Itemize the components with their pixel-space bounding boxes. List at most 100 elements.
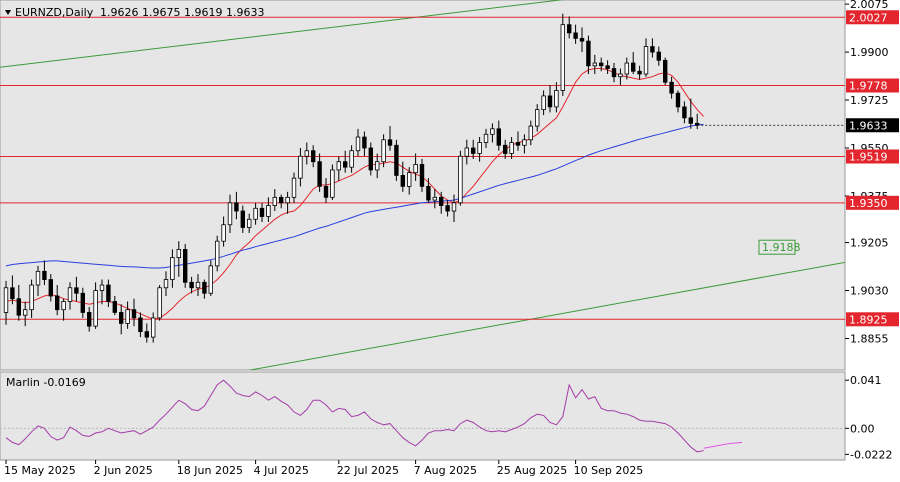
candle-body <box>157 287 162 319</box>
candle-body <box>522 139 527 146</box>
candle-body <box>592 62 597 67</box>
candle-body <box>675 92 681 108</box>
time-tick-label: 15 May 2025 <box>4 464 76 477</box>
candle-body <box>490 128 495 135</box>
candle-body <box>35 270 41 286</box>
candle-body <box>567 24 572 34</box>
candle-body <box>349 150 354 168</box>
candle-body <box>509 142 514 154</box>
candle-body <box>643 46 649 75</box>
candle-body <box>61 301 66 311</box>
candle-body <box>55 295 60 311</box>
candle-body <box>426 185 431 201</box>
candle-body <box>240 210 245 228</box>
time-axis: 15 May 2025 2 Jun 2025 18 Jun 2025 4 Jul 20… <box>4 460 643 477</box>
candle-body <box>119 312 124 324</box>
candle-body <box>599 62 604 67</box>
candle-body <box>80 292 85 313</box>
candle-body <box>170 257 175 280</box>
candle-body <box>605 65 610 69</box>
candle-body <box>656 51 661 61</box>
candle-body <box>432 196 437 201</box>
candle-body <box>214 240 220 267</box>
candle-body <box>528 125 533 141</box>
price-axis: 2.00751.99001.97251.95501.93751.92051.90… <box>845 0 889 345</box>
candle-body <box>688 117 693 124</box>
candle-body <box>535 109 540 127</box>
candle-body <box>125 309 130 324</box>
candle-body <box>541 95 546 111</box>
candle-body <box>221 224 226 242</box>
indicator-pane <box>0 371 846 461</box>
candle-body <box>438 196 444 206</box>
candle-body <box>483 133 489 143</box>
time-tick-label: 18 Jun 2025 <box>177 464 243 477</box>
candle-body <box>560 24 565 91</box>
time-tick-label: 4 Jul 2025 <box>254 464 309 477</box>
candle-body <box>586 40 591 67</box>
level-tag-text-2: 1.9519 <box>849 150 888 163</box>
indicator-tick-label: 0.041 <box>850 374 882 387</box>
candle-body <box>48 279 53 297</box>
candle-body <box>496 128 501 146</box>
candle-body <box>112 301 117 313</box>
candle-body <box>381 139 386 163</box>
current-price-text: 1.9633 <box>849 119 888 132</box>
candle-body <box>695 122 700 126</box>
time-tick-label: 25 Aug 2025 <box>497 464 567 477</box>
candle-body <box>394 144 399 176</box>
candle-body <box>637 70 642 75</box>
candle-body <box>579 37 585 42</box>
candle-body <box>42 270 47 280</box>
symbol-label: EURNZD,Daily <box>15 6 94 19</box>
candle-body <box>342 161 348 168</box>
candle-body <box>669 81 674 94</box>
candle-body <box>573 32 578 39</box>
indicator-tick-label: -0.0222 <box>850 448 892 461</box>
ohlc-values: 1.9626 1.9675 1.9619 1.9633 <box>100 6 264 19</box>
candle-body <box>310 150 316 163</box>
candle-body <box>234 202 239 212</box>
candle-body <box>138 317 143 333</box>
candle-body <box>387 139 393 146</box>
candle-body <box>477 142 482 154</box>
candle-body <box>419 164 425 187</box>
time-tick-label: 10 Sep 2025 <box>574 464 644 477</box>
candle-body <box>87 312 92 327</box>
candle-body <box>362 136 367 149</box>
candle-body <box>227 202 233 226</box>
candle-body <box>182 249 188 283</box>
candle-body <box>16 298 21 316</box>
candle-body <box>631 62 636 72</box>
candle-body <box>99 284 105 291</box>
price-tick-label: 1.9030 <box>850 285 889 298</box>
candle-body <box>611 68 617 78</box>
candle-body <box>144 331 149 338</box>
candle-body <box>464 147 469 157</box>
candle-body <box>74 287 79 294</box>
candle-body <box>67 287 73 302</box>
candle-body <box>330 169 335 198</box>
candle-body <box>3 287 9 313</box>
candle-body <box>259 207 265 217</box>
candle-body <box>208 265 213 294</box>
level-tag-text-4: 1.8925 <box>849 313 888 326</box>
candle-body <box>246 218 252 228</box>
candle-body <box>291 177 297 198</box>
candle-body <box>502 144 508 154</box>
candle-body <box>93 290 98 327</box>
price-tick-label: 1.9900 <box>850 46 889 59</box>
candle-body <box>624 62 629 75</box>
candle-body <box>189 281 194 289</box>
price-tick-label: 2.0075 <box>850 0 889 11</box>
candle-body <box>336 161 341 171</box>
indicator-tick-label: 0.00 <box>850 422 875 435</box>
candle-body <box>515 142 521 146</box>
candle-body <box>106 284 111 302</box>
channel-label-text: 1.9188 <box>762 241 801 254</box>
time-tick-label: 7 Aug 2025 <box>414 464 477 477</box>
candle-body <box>400 175 405 187</box>
candle-body <box>554 90 559 108</box>
chart-header: EURNZD,Daily 1.9626 1.9675 1.9619 1.9633 <box>5 6 264 19</box>
time-tick-label: 22 Jul 2025 <box>337 464 399 477</box>
